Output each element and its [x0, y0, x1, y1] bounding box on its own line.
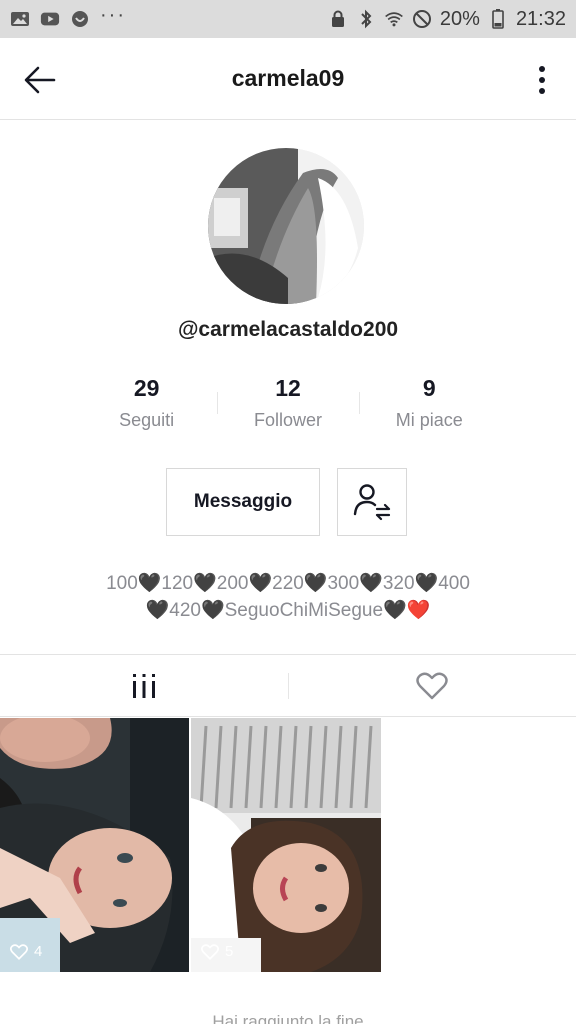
status-bar-system: 20% 21:32 — [328, 8, 566, 31]
heart-outline-icon — [10, 943, 28, 960]
tab-liked[interactable] — [288, 655, 576, 716]
more-options-button[interactable] — [532, 62, 552, 98]
tab-videos[interactable] — [0, 655, 288, 716]
gallery-notification-icon — [10, 11, 30, 27]
stat-label: Mi piace — [395, 410, 463, 430]
stat-following[interactable]: 29 Seguiti — [76, 372, 217, 436]
profile-header: carmela09 — [0, 38, 576, 120]
bluetooth-icon — [356, 9, 376, 29]
suggested-accounts-button[interactable] — [337, 468, 407, 536]
stat-followers[interactable]: 12 Follower — [217, 372, 358, 436]
heart-outline-icon — [416, 672, 448, 699]
profile-stats: 29 Seguiti 12 Follower 9 Mi piace — [76, 372, 500, 436]
heart-outline-icon — [201, 943, 219, 960]
stat-value: 12 — [275, 375, 301, 401]
video-likes: 5 — [201, 943, 233, 960]
more-vertical-icon — [539, 66, 545, 94]
video-thumbnail[interactable]: 5 — [191, 718, 381, 972]
stat-likes: 9 Mi piace — [358, 372, 500, 436]
profile-username: @carmelacastaldo200 — [177, 318, 399, 341]
do-not-disturb-icon — [412, 10, 432, 28]
avatar[interactable] — [208, 148, 364, 304]
grid-icon — [133, 673, 155, 698]
stat-label: Follower — [253, 410, 322, 430]
status-bar: ··· 20% 21:32 — [0, 0, 576, 38]
video-likes: 4 — [10, 943, 42, 960]
battery-icon — [488, 9, 508, 29]
more-notifications-icon: ··· — [100, 4, 126, 26]
youtube-notification-icon — [40, 11, 60, 27]
profile-tabs — [0, 654, 576, 717]
status-bar-notifications: ··· — [10, 4, 126, 28]
stat-label: Seguiti — [119, 410, 175, 430]
profile-bio: 100🖤120🖤200🖤220🖤300🖤320🖤400 🖤420🖤SeguoCh… — [30, 570, 546, 624]
person-swap-icon — [353, 484, 391, 521]
stat-value: 29 — [133, 375, 160, 401]
lock-icon — [328, 10, 348, 27]
battery-percentage: 20% — [439, 7, 480, 30]
app-notification-icon — [70, 11, 90, 27]
stat-value: 9 — [422, 375, 436, 401]
back-button[interactable] — [22, 62, 58, 98]
video-likes-count: 4 — [34, 943, 43, 960]
page-title: carmela09 — [231, 65, 345, 91]
bio-line: 🖤420🖤SeguoChiMiSegue🖤❤️ — [145, 600, 431, 621]
bio-line: 100🖤120🖤200🖤220🖤300🖤320🖤400 — [106, 573, 470, 594]
clock: 21:32 — [515, 7, 566, 30]
video-likes-count: 5 — [225, 943, 234, 960]
video-thumbnail[interactable]: 4 — [0, 718, 189, 972]
wifi-icon — [384, 11, 404, 27]
arrow-left-icon — [24, 66, 56, 94]
end-of-list-text: Hai raggiunto la fine — [212, 1012, 364, 1024]
message-button[interactable]: Messaggio — [166, 468, 320, 536]
